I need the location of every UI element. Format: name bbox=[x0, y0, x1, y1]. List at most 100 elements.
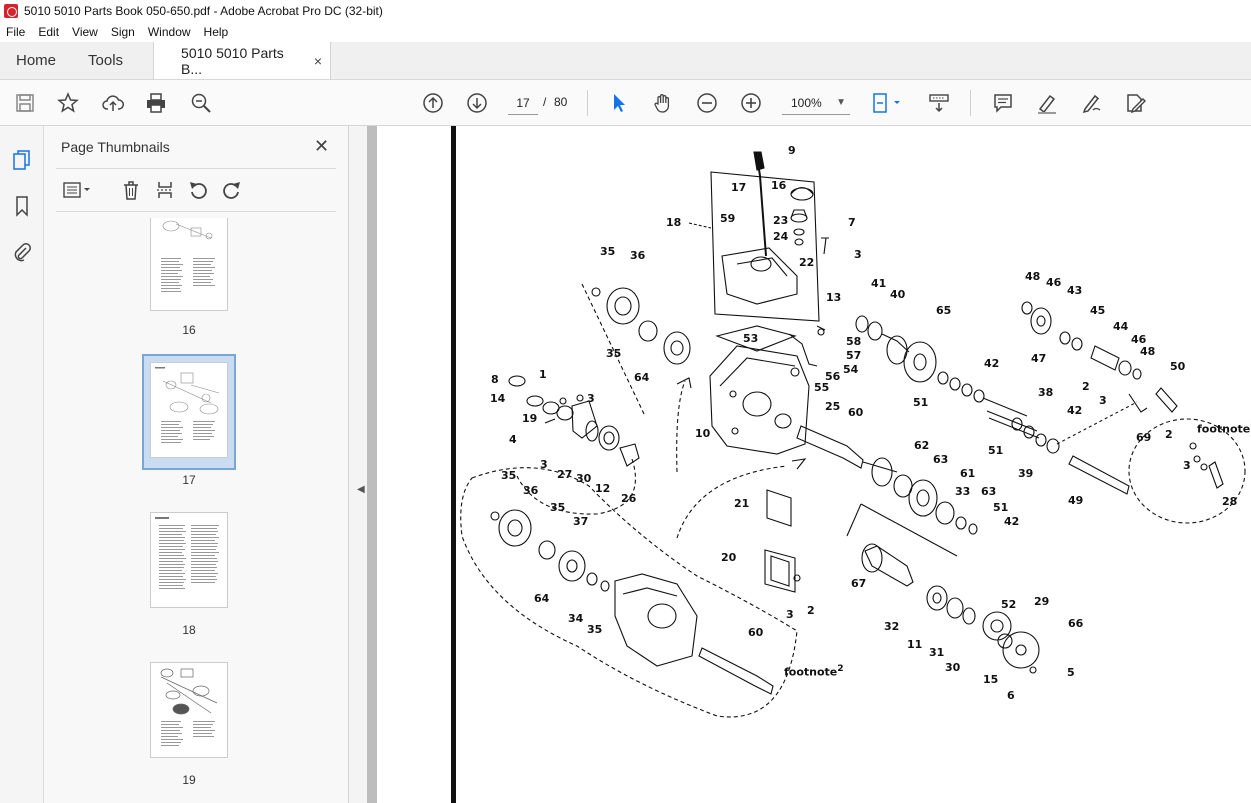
menu-sign[interactable]: Sign bbox=[111, 25, 135, 39]
part-label: 69 bbox=[1136, 431, 1152, 444]
panel-divider bbox=[56, 168, 336, 169]
part-label: 14 bbox=[490, 392, 506, 405]
page-thumbnails-button[interactable] bbox=[10, 148, 34, 172]
bookmarks-button[interactable] bbox=[10, 194, 34, 218]
collapse-panel-arrow-icon[interactable]: ◀ bbox=[357, 484, 365, 495]
previous-page-button[interactable] bbox=[420, 90, 446, 116]
share-upload-button[interactable] bbox=[100, 90, 126, 116]
total-pages: 80 bbox=[554, 95, 568, 109]
part-label: 3 bbox=[1183, 459, 1191, 472]
part-label: 63 bbox=[933, 453, 949, 466]
delete-pages-button[interactable] bbox=[119, 179, 143, 201]
cursor-arrow-icon bbox=[614, 94, 625, 112]
hand-tool-button[interactable] bbox=[650, 90, 676, 116]
part-label: 22 bbox=[799, 256, 815, 269]
part-label: 17 bbox=[731, 181, 747, 194]
close-panel-icon[interactable]: ✕ bbox=[314, 136, 329, 157]
rotate-clockwise-button[interactable] bbox=[220, 179, 244, 201]
part-label: 3 bbox=[1099, 394, 1107, 407]
footnote-text: footnote bbox=[784, 665, 838, 679]
thumbnail-page-19[interactable] bbox=[150, 662, 228, 758]
find-zoom-button[interactable] bbox=[188, 90, 214, 116]
menu-file[interactable]: File bbox=[6, 25, 25, 39]
part-label: 65 bbox=[936, 304, 952, 317]
part-label: 52 bbox=[1001, 598, 1017, 611]
part-label: 36 bbox=[630, 249, 646, 262]
document-view[interactable]: 9 16 17 18 59 23 24 7 3 22 35 36 35 64 5… bbox=[377, 126, 1251, 803]
rotate-left-icon bbox=[190, 182, 207, 199]
menu-window[interactable]: Window bbox=[148, 25, 191, 39]
thumbnail-17-preview bbox=[155, 367, 220, 443]
part-label: 12 bbox=[595, 482, 611, 495]
part-label: 20 bbox=[721, 551, 737, 564]
zoom-select[interactable]: 100% ▼ bbox=[782, 91, 850, 115]
part-label: 2 bbox=[1082, 380, 1090, 393]
trash-icon bbox=[124, 181, 138, 200]
part-label: 55 bbox=[814, 381, 830, 394]
thumbnail-options-button[interactable] bbox=[60, 179, 94, 201]
menu-view[interactable]: View bbox=[72, 25, 98, 39]
thumbnail-list: 16 17 18 19 bbox=[56, 218, 326, 803]
page-number-input[interactable]: 17 bbox=[508, 91, 538, 115]
bookmark-icon bbox=[16, 196, 28, 217]
fill-sign-button[interactable] bbox=[1078, 90, 1104, 116]
thumbnail-page-17[interactable] bbox=[150, 362, 228, 458]
acrobat-app-icon bbox=[4, 4, 18, 18]
part-label: 54 bbox=[843, 363, 859, 376]
attachments-button[interactable] bbox=[10, 240, 34, 264]
comment-icon bbox=[994, 94, 1012, 113]
panel-splitter[interactable]: ◀ bbox=[349, 126, 377, 803]
part-label: 48 bbox=[1140, 345, 1156, 358]
part-label: 25 bbox=[825, 400, 841, 413]
part-label: 15 bbox=[983, 673, 999, 686]
scroll-mode-button[interactable] bbox=[926, 90, 952, 116]
insert-page-button[interactable] bbox=[153, 179, 177, 201]
comment-button[interactable] bbox=[990, 90, 1016, 116]
select-tool-button[interactable] bbox=[606, 90, 632, 116]
window-title: 5010 5010 Parts Book 050-650.pdf - Adobe… bbox=[24, 4, 383, 18]
tab-home[interactable]: Home bbox=[0, 42, 72, 79]
part-label: 9 bbox=[788, 144, 796, 157]
toolbar bbox=[0, 80, 1251, 126]
thumbnail-label: 18 bbox=[182, 623, 196, 637]
part-label: 30 bbox=[945, 661, 961, 674]
zoom-value: 100% bbox=[791, 96, 822, 110]
page-separator: / bbox=[543, 95, 547, 109]
thumbnail-page-18[interactable] bbox=[150, 512, 228, 608]
highlight-button[interactable] bbox=[1034, 90, 1060, 116]
close-tab-icon[interactable]: × bbox=[314, 53, 322, 69]
rotate-counterclockwise-button[interactable] bbox=[186, 179, 210, 201]
save-button[interactable] bbox=[12, 90, 38, 116]
lever-knob bbox=[753, 151, 765, 171]
part-label: 36 bbox=[523, 484, 539, 497]
part-label: 24 bbox=[773, 230, 789, 243]
save-icon bbox=[16, 94, 34, 112]
thumbnail-label: 17 bbox=[182, 473, 196, 487]
next-page-button[interactable] bbox=[464, 90, 490, 116]
part-label: 49 bbox=[1068, 494, 1084, 507]
edit-pdf-button[interactable] bbox=[1122, 90, 1148, 116]
menu-help[interactable]: Help bbox=[204, 25, 229, 39]
zoom-in-button[interactable] bbox=[738, 90, 764, 116]
part-label: 51 bbox=[913, 396, 929, 409]
print-button[interactable] bbox=[143, 90, 169, 116]
tab-document[interactable]: 5010 5010 Parts B... × bbox=[153, 42, 332, 79]
part-label: 29 bbox=[1034, 595, 1050, 608]
footnote-superscript: 2 bbox=[837, 663, 844, 674]
part-label: 66 bbox=[1068, 617, 1084, 630]
zoom-out-button[interactable] bbox=[694, 90, 720, 116]
bookmark-star-button[interactable] bbox=[55, 90, 81, 116]
tab-tools[interactable]: Tools bbox=[72, 42, 139, 79]
part-label: 3 bbox=[587, 392, 595, 405]
thumbnail-page-16[interactable] bbox=[150, 218, 228, 311]
splitter-bar bbox=[367, 126, 377, 803]
page-display-button[interactable] bbox=[868, 90, 904, 116]
part-label: 64 bbox=[634, 371, 650, 384]
menu-edit[interactable]: Edit bbox=[38, 25, 59, 39]
exploded-parts-diagram bbox=[460, 151, 1246, 718]
part-label: 32 bbox=[884, 620, 900, 633]
part-label: 45 bbox=[1090, 304, 1106, 317]
part-label: 28 bbox=[1222, 495, 1238, 508]
thumbnail-18-preview bbox=[155, 517, 219, 589]
rotate-right-icon bbox=[223, 182, 240, 199]
